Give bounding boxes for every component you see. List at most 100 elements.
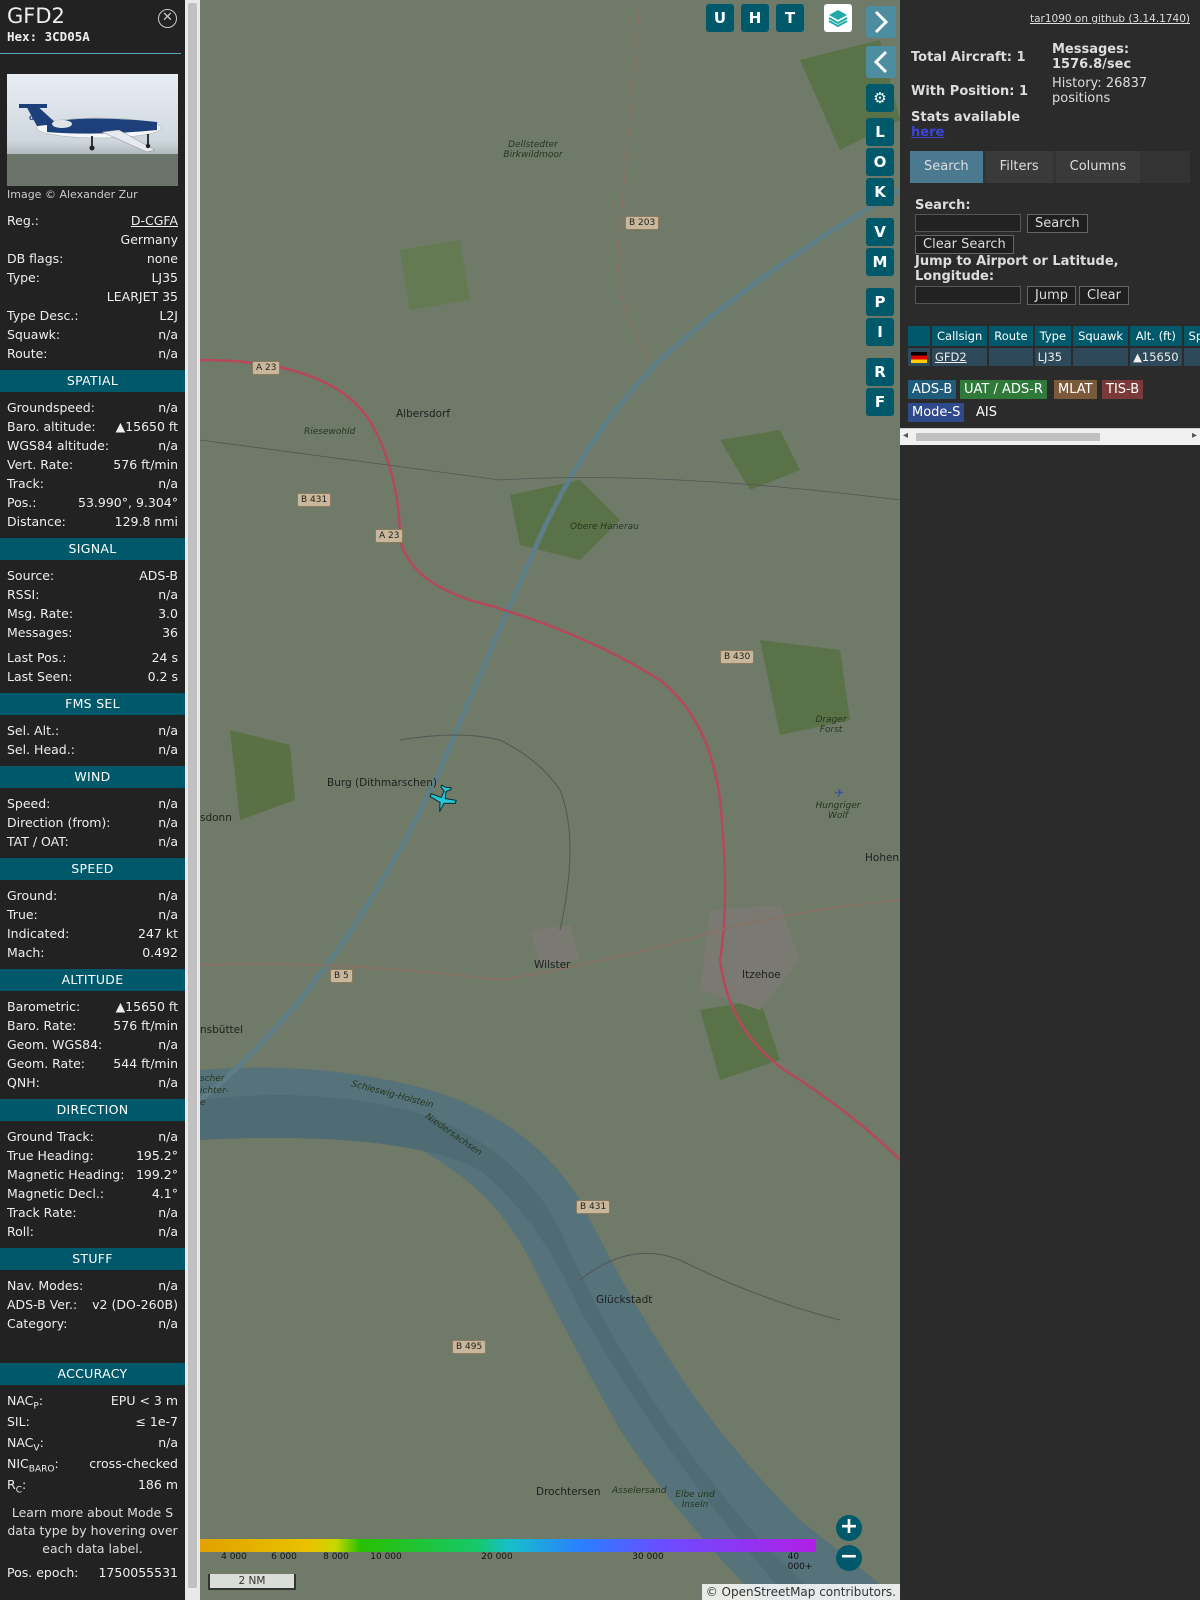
road-shield-b431: B 431	[297, 493, 332, 507]
table-horizontal-scrollbar[interactable]: ◂ ▸	[900, 428, 1200, 445]
column-header-spd[interactable]: Spd	[1183, 326, 1200, 346]
section-header-wind: WIND	[0, 766, 185, 788]
row-nacv: NACV: n/a	[0, 1433, 185, 1454]
column-header-squawk[interactable]: Squawk	[1073, 326, 1129, 346]
row-label: RC:	[7, 1475, 26, 1496]
row-label: Reg.:	[7, 213, 39, 228]
row-label: SIL:	[7, 1412, 30, 1433]
row-last-pos: Last Pos.: 24 s	[0, 648, 185, 667]
jump-button[interactable]: Jump	[1027, 286, 1076, 305]
row-value: n/a	[158, 1224, 178, 1239]
table-row[interactable]: GFD2 LJ35 ▲15650	[908, 348, 1200, 366]
scroll-right-icon[interactable]: ▸	[1192, 430, 1197, 441]
layers-icon[interactable]	[824, 4, 852, 32]
row-value: LJ35	[151, 270, 178, 285]
map-button-f[interactable]: F	[866, 388, 894, 416]
scrollbar-thumb[interactable]	[916, 433, 1100, 441]
gear-icon[interactable]: ⚙	[866, 84, 894, 112]
place-label-burg: Burg (Dithmarschen)	[327, 777, 437, 789]
row-label: Groundspeed:	[7, 400, 95, 415]
right-sidebar: tar1090 on github (3.14.1740) Total Airc…	[900, 0, 1200, 1600]
source-badge-uat-ads-r: UAT / ADS-R	[960, 380, 1047, 399]
row-groundspeed: Groundspeed: n/a	[0, 398, 185, 417]
row-value: n/a	[158, 1316, 178, 1331]
jump-input[interactable]	[915, 286, 1021, 304]
map-button-r[interactable]: R	[866, 358, 894, 386]
row-label: RSSI:	[7, 587, 40, 602]
map-button-o[interactable]: O	[866, 148, 894, 176]
column-header-route[interactable]: Route	[989, 326, 1033, 346]
scroll-left-icon[interactable]: ◂	[903, 430, 908, 441]
search-input[interactable]	[915, 214, 1021, 232]
row-label: ADS-B Ver.:	[7, 1297, 78, 1312]
map-button-v[interactable]: V	[866, 218, 894, 246]
map-view[interactable]: Albersdorf Riesewohld Burg (Dithmarschen…	[200, 0, 900, 1600]
tab-filters[interactable]: Filters	[985, 151, 1053, 183]
row-pos: Pos.: 53.990°, 9.304°	[0, 493, 185, 512]
tab-search[interactable]: Search	[910, 151, 983, 183]
row-value: EPU < 3 m	[110, 1393, 178, 1408]
column-header-alt-ft[interactable]: Alt. (ft)	[1130, 326, 1182, 346]
messages-rate: Messages: 1576.8/sec	[1052, 42, 1132, 72]
road-shield-b495: B 495	[452, 1340, 487, 1354]
search-button[interactable]: Search	[1027, 214, 1088, 233]
map-button-i[interactable]: I	[866, 318, 894, 346]
map-button[interactable]: U	[706, 4, 734, 32]
legend-tick: 10 000	[370, 1552, 402, 1562]
aircraft-photo[interactable]: GFD	[7, 74, 178, 186]
row-learjet-35: LEARJET 35	[0, 287, 185, 306]
row-rc: RC: 186 m	[0, 1475, 185, 1496]
minus-icon[interactable]: −	[836, 1545, 862, 1571]
road-shield-b203: B 203	[625, 216, 660, 230]
map-button-p[interactable]: P	[866, 288, 894, 316]
info-panel-scrollbar[interactable]	[185, 0, 200, 1600]
scrollbar-thumb[interactable]	[188, 3, 197, 1588]
row-value: LEARJET 35	[106, 289, 178, 304]
map-button-m[interactable]: M	[866, 248, 894, 276]
chevron-left-icon[interactable]	[866, 46, 896, 78]
map-button[interactable]: H	[741, 4, 769, 32]
close-icon[interactable]: ✕	[158, 9, 177, 28]
row-distance: Distance: 129.8 nmi	[0, 512, 185, 531]
table-header-row: CallsignRouteTypeSquawkAlt. (ft)Spd	[908, 326, 1200, 346]
row-value: cross-checked	[89, 1456, 178, 1471]
total-aircraft: Total Aircraft: 1	[911, 50, 1026, 65]
flag-germany-icon	[908, 348, 930, 366]
row-value: 53.990°, 9.304°	[78, 495, 178, 510]
aircraft-marker[interactable]	[428, 784, 458, 814]
map-attribution[interactable]: © OpenStreetMap contributors.	[701, 1584, 900, 1600]
row-label: Type:	[7, 270, 40, 285]
registration-link[interactable]: D-CGFA	[131, 211, 178, 230]
column-header-type[interactable]: Type	[1034, 326, 1072, 346]
clear-search-button[interactable]: Clear Search	[915, 235, 1014, 254]
place-label-itzehoe: Itzehoe	[742, 969, 781, 981]
row-label: Geom. Rate:	[7, 1056, 86, 1071]
map-button[interactable]: T	[776, 4, 804, 32]
stats-link[interactable]: here	[911, 125, 944, 140]
label-subscript: BARO	[28, 1464, 55, 1475]
chevron-right-icon[interactable]	[866, 6, 896, 38]
row-label: Magnetic Decl.:	[7, 1186, 105, 1201]
tab-columns[interactable]: Columns	[1055, 151, 1141, 183]
place-label-albersdorf: Albersdorf	[396, 408, 451, 420]
map-button-k[interactable]: K	[866, 178, 894, 206]
column-header-callsign[interactable]: Callsign	[932, 326, 988, 346]
plus-icon[interactable]: +	[836, 1515, 862, 1541]
callsign-cell[interactable]: GFD2	[932, 348, 988, 366]
github-link[interactable]: tar1090 on github (3.14.1740)	[1030, 13, 1190, 25]
column-header-blank[interactable]	[908, 326, 930, 346]
row-value: n/a	[158, 796, 178, 811]
row-value: 0.2 s	[147, 669, 178, 684]
selected-hex: Hex: 3CD05A	[7, 29, 90, 44]
row-label: Vert. Rate:	[7, 457, 74, 472]
map-scale-bar: 2 NM	[208, 1574, 296, 1590]
label-text: NIC	[7, 1456, 29, 1471]
place-label-hungriger-wolf: Hungriger Wolf	[815, 801, 861, 821]
map-button-l[interactable]: L	[866, 118, 894, 146]
clear-button[interactable]: Clear	[1079, 286, 1129, 305]
altitude-color-legend: 4 000 6 000 8 000 10 000 20 000 30 000 40 000+	[200, 1539, 816, 1572]
row-magnetic-decl: Magnetic Decl.: 4.1°	[0, 1184, 185, 1203]
place-label-dellstedter: Dellstedter Birkwildmoor	[503, 140, 563, 160]
label-text: R	[7, 1477, 16, 1492]
row-value: Germany	[120, 232, 178, 247]
